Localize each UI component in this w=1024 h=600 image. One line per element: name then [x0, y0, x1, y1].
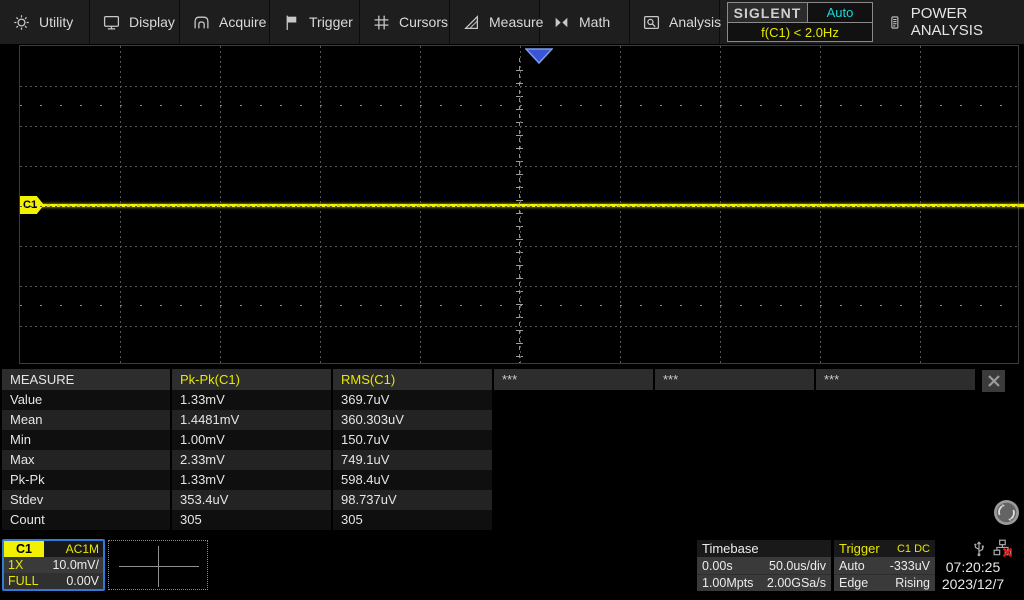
measure-row-value: Value 1.33mV 369.7uV — [2, 390, 1007, 410]
siglent-logo: SIGLENT — [728, 3, 808, 22]
menu-cursors[interactable]: Cursors — [360, 0, 450, 44]
channel1-offset-marker[interactable]: C1 — [20, 196, 44, 214]
clock: 07:20:25 2023/12/7 — [928, 559, 1018, 593]
measure-row-pkpk: Pk-Pk 1.33mV 598.4uV — [2, 470, 1007, 490]
bowtie-icon — [553, 14, 570, 31]
grid-vline — [920, 46, 921, 363]
grid-hline — [20, 86, 1018, 87]
measure-col-pkpk[interactable]: Pk-Pk(C1) — [172, 369, 331, 390]
measure-row-mean: Mean 1.4481mV 360.303uV — [2, 410, 1007, 430]
menu-utility-label: Utility — [39, 14, 73, 30]
channel1-coupling: AC1M — [66, 542, 103, 556]
menu-acquire-label: Acquire — [219, 14, 266, 30]
menu-math[interactable]: Math — [540, 0, 630, 44]
channel1-bandwidth: FULL — [8, 574, 39, 588]
magnifier-icon — [643, 14, 660, 31]
measure-header-row: MEASURE Pk-Pk(C1) RMS(C1) *** *** *** — [2, 369, 1007, 390]
grid-vline — [320, 46, 321, 363]
menu-display[interactable]: Display — [90, 0, 180, 44]
oscilloscope-screen: Utility Display Acquire Trigger Cursors … — [0, 0, 1024, 600]
grid-hline — [20, 166, 1018, 167]
trigger-box[interactable]: Trigger C1 DC Auto -333uV Edge Rising — [834, 540, 935, 592]
grid-vline — [720, 46, 721, 363]
crosshair-icon — [158, 546, 159, 587]
menu-math-label: Math — [579, 14, 610, 30]
menu-cursors-label: Cursors — [399, 14, 448, 30]
menu-analysis-label: Analysis — [669, 14, 721, 30]
grid-vline — [120, 46, 121, 363]
menu-trigger[interactable]: Trigger — [270, 0, 360, 44]
measure-row-min: Min 1.00mV 150.7uV — [2, 430, 1007, 450]
menu-acquire[interactable]: Acquire — [180, 0, 270, 44]
power-analysis-button[interactable]: POWER ANALYSIS — [888, 0, 1024, 44]
measure-row-max: Max 2.33mV 749.1uV — [2, 450, 1007, 470]
menu-analysis[interactable]: Analysis — [630, 0, 720, 44]
grid-hline — [20, 326, 1018, 327]
menu-trigger-label: Trigger — [309, 14, 353, 30]
measure-col-empty-3[interactable]: *** — [816, 369, 975, 390]
measure-panel: MEASURE Pk-Pk(C1) RMS(C1) *** *** *** Va… — [2, 369, 1007, 530]
menu-utility[interactable]: Utility — [0, 0, 90, 44]
monitor-icon — [103, 14, 120, 31]
channel1-info-box[interactable]: C1 AC1M 1X 10.0mV/ FULL 0.00V — [2, 539, 105, 591]
trigger-mode: Auto — [839, 559, 865, 573]
channel1-attenuation: 1X — [8, 558, 23, 572]
trigger-type: Edge — [839, 576, 868, 590]
power-analysis-label: POWER ANALYSIS — [911, 5, 1024, 39]
measure-col-rms[interactable]: RMS(C1) — [333, 369, 492, 390]
arch-icon — [193, 14, 210, 31]
trigger-slope: Rising — [895, 576, 930, 590]
timebase-sample-rate: 2.00GSa/s — [767, 576, 826, 590]
grid-box: C1 — [19, 45, 1019, 364]
menu-measure-label: Measure — [489, 14, 543, 30]
timebase-delay: 0.00s — [702, 559, 733, 573]
acquisition-mode-badge: Auto — [808, 3, 872, 22]
grid-hline — [20, 206, 1018, 207]
waveform-area[interactable]: C1 — [0, 44, 1024, 368]
measure-col-empty-1[interactable]: *** — [494, 369, 653, 390]
brand-status-box: SIGLENT Auto f(C1) < 2.0Hz — [727, 2, 873, 42]
frequency-counter: f(C1) < 2.0Hz — [728, 23, 872, 41]
grid-vline — [220, 46, 221, 363]
gear-icon — [13, 14, 30, 31]
measure-row-stdev: Stdev 353.4uV 98.737uV — [2, 490, 1007, 510]
grid-hline — [20, 246, 1018, 247]
clock-time: 07:20:25 — [928, 559, 1018, 576]
ruler-icon — [463, 14, 480, 31]
menu-measure[interactable]: Measure — [450, 0, 540, 44]
grid-hline — [20, 126, 1018, 127]
close-icon — [987, 374, 1001, 388]
grid-vline — [420, 46, 421, 363]
channel1-badge: C1 — [4, 541, 44, 557]
flag-icon — [283, 14, 300, 31]
channel1-scale: 10.0mV/ — [52, 558, 99, 572]
clock-date: 2023/12/7 — [928, 576, 1018, 593]
trigger-source: C1 DC — [897, 543, 930, 555]
timebase-memory: 1.00Mpts — [702, 576, 753, 590]
grid-vline — [620, 46, 621, 363]
timebase-scale: 50.0us/div — [769, 559, 826, 573]
gesture-knob[interactable] — [993, 499, 1020, 526]
crosshair-icon — [119, 566, 199, 567]
trigger-position-marker[interactable] — [525, 48, 553, 69]
grid-icon — [373, 14, 390, 31]
trigger-title: Trigger — [839, 541, 880, 556]
rotate-arrows-icon — [993, 499, 1020, 526]
measure-col-empty-2[interactable]: *** — [655, 369, 814, 390]
measure-title: MEASURE — [2, 369, 170, 390]
grid-vline — [820, 46, 821, 363]
measure-row-count: Count 305 305 — [2, 510, 1007, 530]
menu-display-label: Display — [129, 14, 175, 30]
trigger-level: -333uV — [890, 559, 930, 573]
channel1-offset: 0.00V — [66, 574, 99, 588]
clipboard-icon — [888, 14, 902, 31]
grid-vline — [520, 46, 521, 363]
measure-close-button[interactable] — [982, 370, 1005, 392]
grid-hline — [20, 286, 1018, 287]
timebase-box[interactable]: Timebase 0.00s 50.0us/div 1.00Mpts 2.00G… — [697, 540, 831, 592]
inactive-channel-slot[interactable] — [108, 540, 208, 590]
timebase-title: Timebase — [702, 541, 759, 556]
